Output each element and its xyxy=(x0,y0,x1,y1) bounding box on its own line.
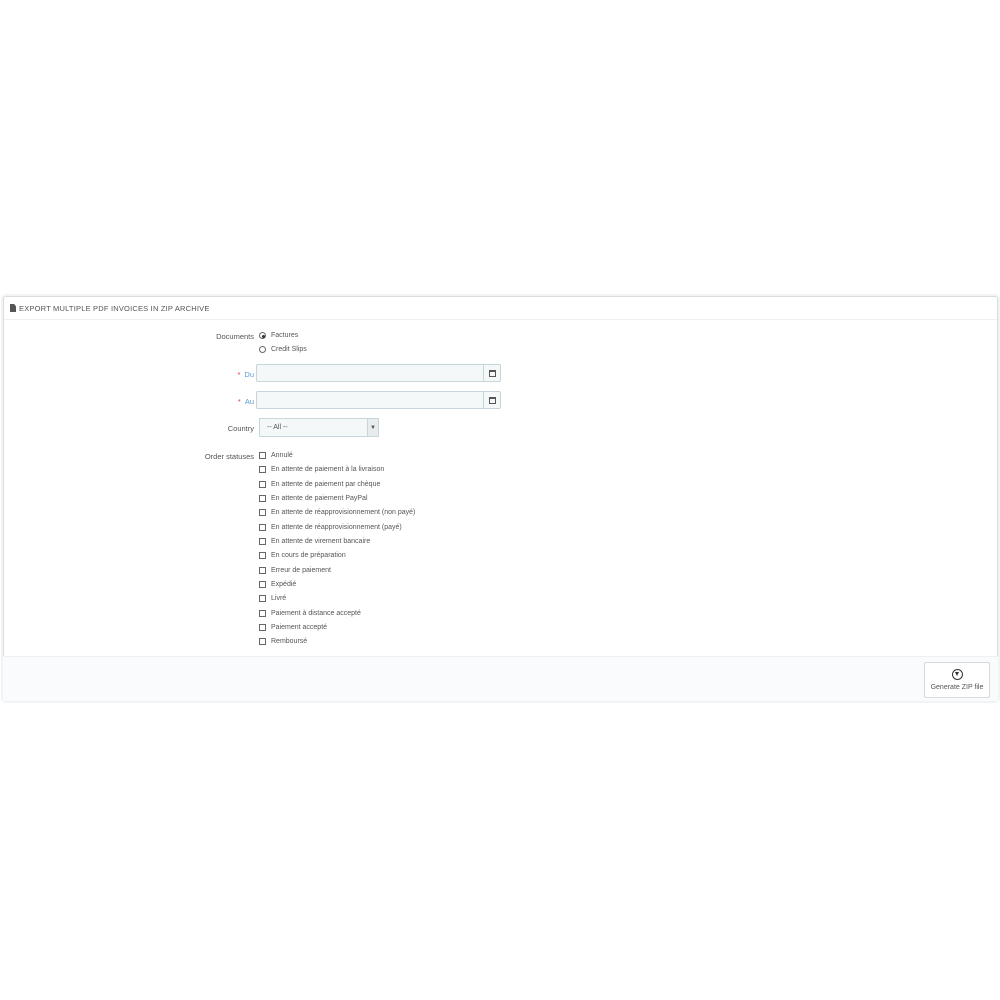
checkbox-control[interactable] xyxy=(259,509,266,516)
panel-footer: Generate ZIP file xyxy=(3,656,998,701)
panel-heading: Export multiple PDF invoices in ZIP arch… xyxy=(4,297,997,320)
status-checkbox[interactable]: En attente de réapprovisionnement (payé) xyxy=(259,524,402,531)
status-label: En attente de paiement à la livraison xyxy=(271,466,385,473)
radio-factures-control[interactable] xyxy=(259,332,266,339)
checkbox-control[interactable] xyxy=(259,610,266,617)
checkbox-control[interactable] xyxy=(259,624,266,631)
status-checkbox[interactable]: En attente de réapprovisionnement (non p… xyxy=(259,509,415,516)
radio-factures[interactable]: Factures xyxy=(259,332,298,339)
checkbox-control[interactable] xyxy=(259,481,266,488)
status-checkbox[interactable]: En attente de paiement à la livraison xyxy=(259,466,384,473)
checkbox-control[interactable] xyxy=(259,638,266,645)
checkbox-control[interactable] xyxy=(259,452,266,459)
order-statuses-label: Order statuses xyxy=(204,452,254,461)
date-from-label: * Du xyxy=(237,370,254,379)
required-mark: * xyxy=(237,370,241,379)
radio-factures-label: Factures xyxy=(271,332,299,339)
status-label: En attente de virement bancaire xyxy=(271,538,371,545)
status-label: Expédié xyxy=(271,581,297,588)
footer-bg xyxy=(3,656,998,701)
radio-credit-slips-control[interactable] xyxy=(259,346,266,353)
country-label: Country xyxy=(227,424,254,433)
status-label: Livré xyxy=(271,595,287,602)
status-checkbox[interactable]: Paiement accepté xyxy=(259,624,327,631)
status-label: Annulé xyxy=(271,452,293,459)
radio-credit-slips[interactable]: Credit Slips xyxy=(259,346,307,353)
status-checkbox[interactable]: En attente de paiement PayPal xyxy=(259,495,368,502)
status-checkbox[interactable]: Expédié xyxy=(259,581,296,588)
status-label: En cours de préparation xyxy=(271,552,346,559)
status-label: En attente de réapprovisionnement (non p… xyxy=(271,509,416,516)
date-to-label: * Au xyxy=(238,397,254,406)
radio-credit-slips-label: Credit Slips xyxy=(271,346,307,353)
status-label: Paiement à distance accepté xyxy=(271,610,361,617)
checkbox-control[interactable] xyxy=(259,595,266,602)
date-from-input[interactable] xyxy=(256,364,483,382)
download-icon xyxy=(951,669,963,680)
country-select-value: -- All -- xyxy=(267,424,288,431)
document-icon xyxy=(10,304,16,312)
status-label: Remboursé xyxy=(271,638,308,645)
status-checkbox[interactable]: Remboursé xyxy=(259,638,307,645)
status-checkbox[interactable]: En attente de virement bancaire xyxy=(259,538,370,545)
status-checkbox[interactable]: En cours de préparation xyxy=(259,552,346,559)
status-label: En attente de paiement par chèque xyxy=(271,481,381,488)
status-label: Erreur de paiement xyxy=(271,567,331,574)
status-checkbox[interactable]: Erreur de paiement xyxy=(259,567,331,574)
status-checkbox[interactable]: Livré xyxy=(259,595,286,602)
checkbox-control[interactable] xyxy=(259,524,266,531)
status-checkbox[interactable]: Paiement à distance accepté xyxy=(259,610,361,617)
date-to-group xyxy=(256,391,501,409)
status-label: En attente de paiement PayPal xyxy=(271,495,368,502)
panel-title: Export multiple PDF invoices in ZIP arch… xyxy=(19,303,210,313)
checkbox-control[interactable] xyxy=(259,581,266,588)
status-label: Paiement accepté xyxy=(271,624,328,631)
required-mark: * xyxy=(237,397,241,406)
date-to-input[interactable] xyxy=(256,391,483,409)
checkbox-control[interactable] xyxy=(259,552,266,559)
checkbox-control[interactable] xyxy=(259,466,266,473)
checkbox-control[interactable] xyxy=(259,495,266,502)
export-panel: Export multiple PDF invoices in ZIP arch… xyxy=(3,296,998,701)
country-select[interactable]: -- All -- ▼ xyxy=(259,418,379,437)
date-to-text: Au xyxy=(244,397,254,406)
chevron-down-icon: ▼ xyxy=(367,419,378,436)
date-to-calendar-button[interactable] xyxy=(483,391,501,409)
checkbox-control[interactable] xyxy=(259,567,266,574)
date-from-text: Du xyxy=(244,370,254,379)
generate-zip-label: Generate ZIP file xyxy=(930,684,984,691)
checkbox-control[interactable] xyxy=(259,538,266,545)
date-from-calendar-button[interactable] xyxy=(483,364,501,382)
calendar-icon xyxy=(488,369,496,377)
status-checkbox[interactable]: Annulé xyxy=(259,452,293,459)
calendar-icon xyxy=(488,396,496,404)
documents-label: Documents xyxy=(216,332,254,341)
generate-zip-button[interactable]: Generate ZIP file xyxy=(924,662,990,698)
status-label: En attente de réapprovisionnement (payé) xyxy=(271,524,402,531)
status-checkbox[interactable]: En attente de paiement par chèque xyxy=(259,481,380,488)
date-from-group xyxy=(256,364,501,382)
